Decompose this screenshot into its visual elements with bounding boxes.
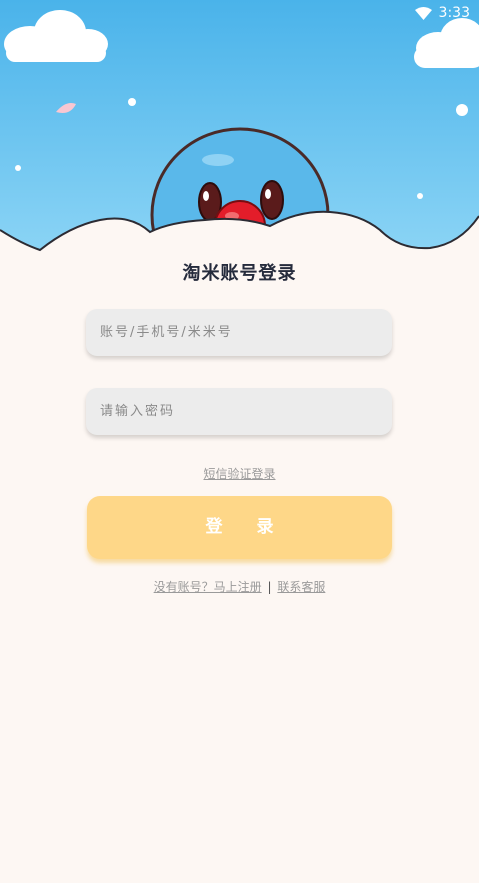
password-input[interactable] — [86, 388, 392, 435]
sky-background — [0, 0, 479, 303]
wifi-icon — [415, 5, 432, 24]
status-bar: 3:33 — [0, 0, 479, 28]
login-button[interactable]: 登 录 — [87, 496, 392, 559]
account-input[interactable] — [86, 309, 392, 356]
account-field[interactable] — [86, 309, 392, 356]
footer-links: 没有账号？马上注册 | 联系客服 — [0, 578, 479, 595]
link-separator: | — [267, 580, 272, 594]
status-time: 3:33 — [438, 5, 470, 21]
page-title: 淘米账号登录 — [182, 263, 297, 284]
register-link[interactable]: 没有账号？马上注册 — [154, 580, 262, 594]
sms-login-link[interactable]: 短信验证登录 — [0, 465, 479, 482]
support-link[interactable]: 联系客服 — [277, 580, 325, 594]
header-illustration — [0, 0, 479, 303]
password-field[interactable] — [86, 388, 392, 435]
